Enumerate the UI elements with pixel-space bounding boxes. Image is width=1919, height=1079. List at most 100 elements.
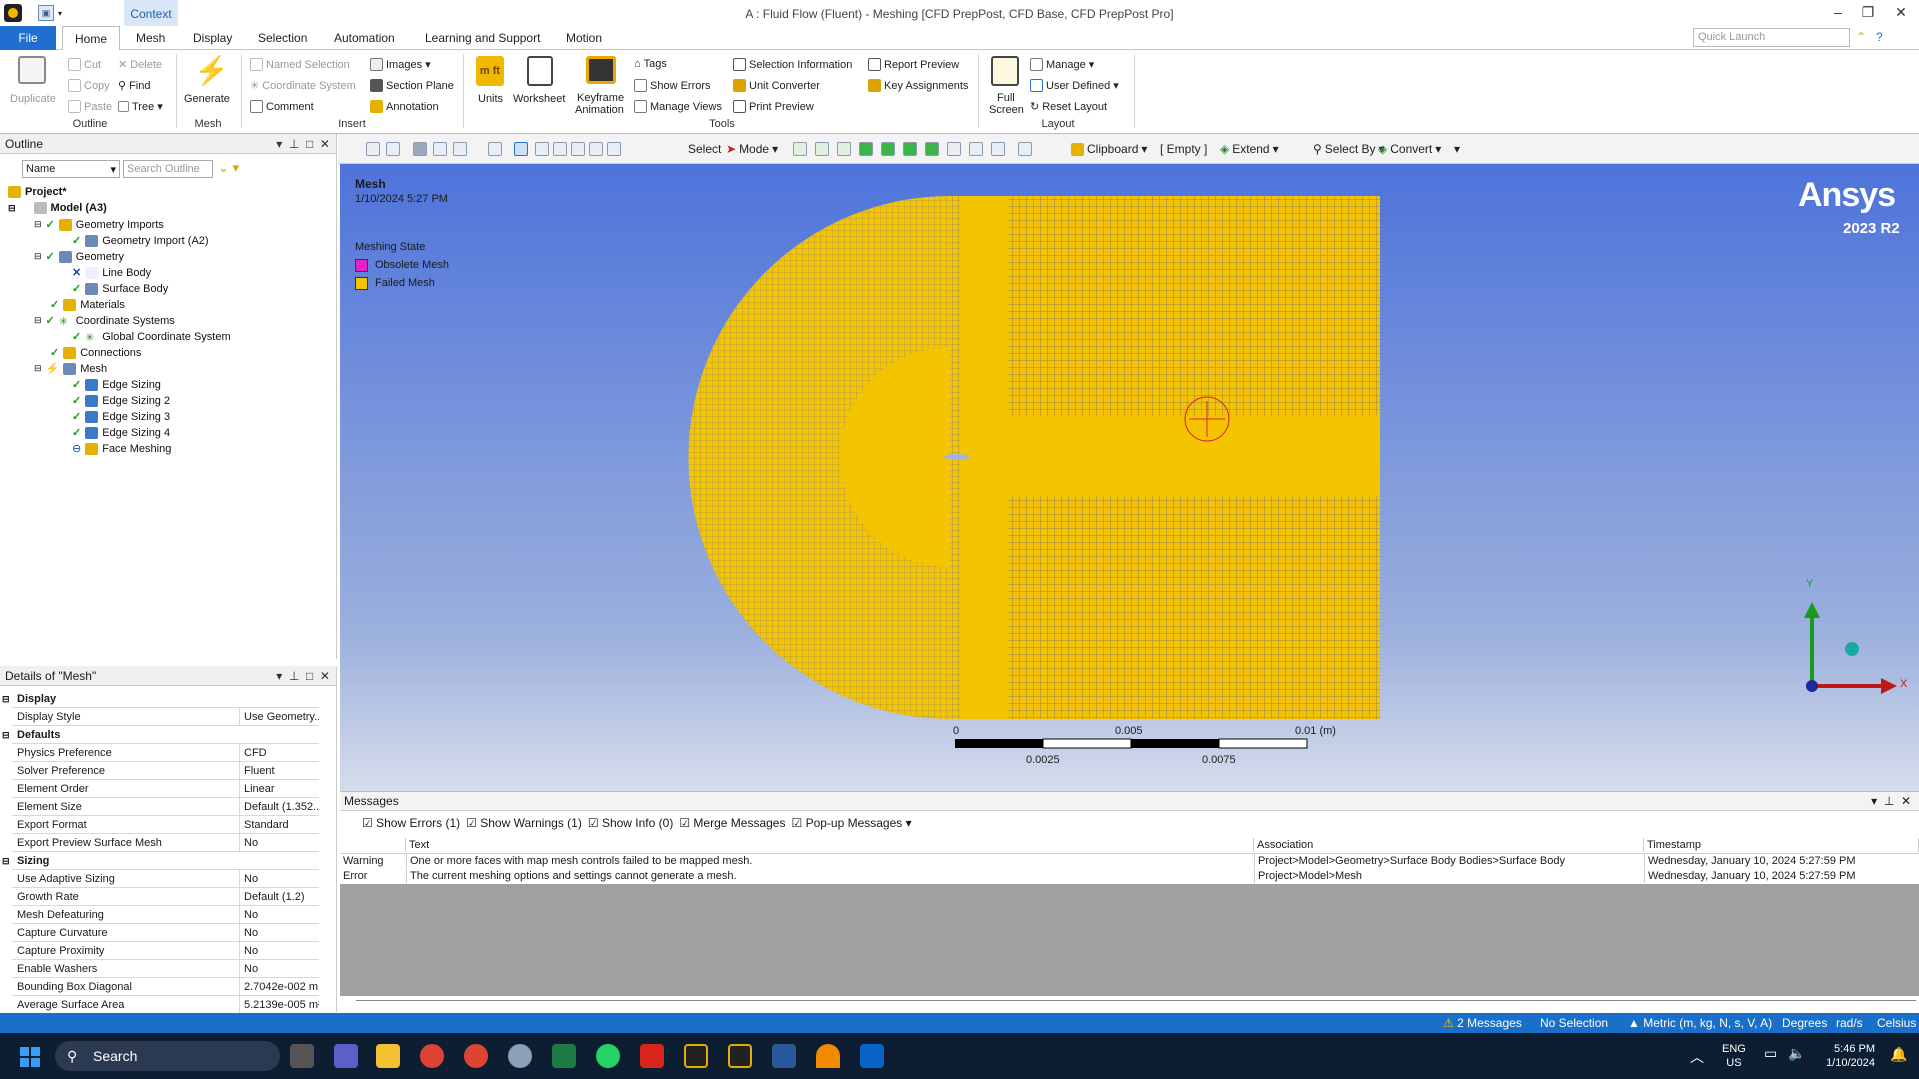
tree-coordinate-systems[interactable]: ⊟ ✓ ✳ Coordinate Systems xyxy=(34,314,175,328)
zoom-to-fit-icon[interactable] xyxy=(571,142,585,156)
copy-button[interactable]: Copy xyxy=(68,79,110,92)
excel-icon[interactable] xyxy=(552,1044,576,1068)
details-value[interactable]: Default (1.352... xyxy=(239,798,319,816)
paste-button[interactable]: Paste xyxy=(68,100,112,113)
details-section[interactable]: Sizing ⊟ xyxy=(2,852,319,870)
tab-mesh[interactable]: Mesh xyxy=(124,26,177,50)
language-indicator[interactable]: ENG US xyxy=(1722,1042,1746,1070)
tree-edge-sizing-3[interactable]: ✓ Edge Sizing 3 xyxy=(72,410,170,423)
details-row[interactable]: Physics Preference CFD xyxy=(12,744,319,762)
tab-learning-support[interactable]: Learning and Support xyxy=(413,26,552,50)
graphics-viewport[interactable]: Mesh 1/10/2024 5:27 PM Meshing State Obs… xyxy=(340,164,1919,791)
find-button[interactable]: ⚲ Find xyxy=(118,79,150,93)
tree-line-body[interactable]: ✕ Line Body xyxy=(72,266,151,279)
file-explorer-icon[interactable] xyxy=(376,1044,400,1068)
select-mesh-icon[interactable] xyxy=(947,142,961,156)
details-value[interactable]: Standard xyxy=(239,816,319,834)
column-text[interactable]: Text xyxy=(406,838,1254,852)
tree-mesh[interactable]: ⊟ ⚡ Mesh xyxy=(34,362,107,375)
details-row[interactable]: Capture Proximity No xyxy=(12,942,319,960)
details-row[interactable]: Export Format Standard xyxy=(12,816,319,834)
tree-edge-sizing-4[interactable]: ✓ Edge Sizing 4 xyxy=(72,426,170,439)
details-value[interactable]: Default (1.2) xyxy=(239,888,319,906)
duplicate-button[interactable]: Duplicate xyxy=(10,93,56,105)
tree-edge-sizing[interactable]: ✓ Edge Sizing xyxy=(72,378,161,391)
named-selection-button[interactable]: Named Selection xyxy=(250,58,350,71)
teams-icon[interactable] xyxy=(334,1044,358,1068)
popup-messages-checkbox[interactable]: ☑ Pop-up Messages ▾ xyxy=(791,816,911,830)
select-element-icon[interactable] xyxy=(925,142,939,156)
report-preview-button[interactable]: Report Preview xyxy=(868,58,959,71)
details-value[interactable]: No xyxy=(239,960,319,978)
highlight-icon[interactable] xyxy=(969,142,983,156)
task-view-icon[interactable] xyxy=(290,1044,314,1068)
status-temperature[interactable]: Celsius xyxy=(1877,1016,1916,1030)
tree-face-meshing[interactable]: ⊖ Face Meshing xyxy=(72,442,171,455)
workbench-icon[interactable] xyxy=(684,1044,708,1068)
select-button[interactable]: Select xyxy=(688,142,721,156)
convert-dropdown[interactable]: ◈ Convert ▾ xyxy=(1378,142,1441,156)
show-errors-checkbox[interactable]: ☑ Show Errors (1) xyxy=(362,816,460,830)
worksheet-button[interactable]: Worksheet xyxy=(513,93,565,105)
delete-button[interactable]: ✕ Delete xyxy=(118,58,162,72)
details-row[interactable]: Display Style Use Geometry... xyxy=(12,708,319,726)
shaded-view-icon[interactable] xyxy=(413,142,427,156)
details-row[interactable]: Export Preview Surface Mesh No xyxy=(12,834,319,852)
zoom-fit-icon[interactable] xyxy=(553,142,567,156)
status-units[interactable]: ▲ Metric (m, kg, N, s, V, A) xyxy=(1628,1016,1772,1030)
messages-scrollbar[interactable] xyxy=(356,1000,1916,1006)
chrome-profile-icon[interactable] xyxy=(464,1044,488,1068)
tab-display[interactable]: Display xyxy=(181,26,244,50)
search-options-icon[interactable]: ⌄ ▾ xyxy=(218,160,239,176)
manage-button[interactable]: Manage ▾ xyxy=(1030,58,1094,71)
extend-dropdown[interactable]: ◈ Extend ▾ xyxy=(1220,142,1279,156)
quick-launch-input[interactable]: Quick Launch xyxy=(1693,28,1850,47)
search-outline-input[interactable]: Search Outline xyxy=(123,160,213,178)
volume-icon[interactable]: 🔈 xyxy=(1788,1045,1805,1062)
keyframe-button[interactable]: Keyframe xyxy=(577,92,624,104)
panel-controls[interactable]: ▾ ⊥ □ ✕ xyxy=(276,134,330,154)
merge-messages-checkbox[interactable]: ☑ Merge Messages xyxy=(679,816,785,830)
rotate-icon[interactable] xyxy=(488,142,502,156)
details-value[interactable]: No xyxy=(239,924,319,942)
generate-button[interactable]: Generate xyxy=(184,93,230,105)
tags-button[interactable]: ⌂ Tags xyxy=(634,58,667,70)
tree-geometry[interactable]: ⊟ ✓ Geometry xyxy=(34,250,124,263)
select-vertex-icon[interactable] xyxy=(793,142,807,156)
details-value[interactable]: Linear xyxy=(239,780,319,798)
design-modeler-icon[interactable] xyxy=(728,1044,752,1068)
acrobat-icon[interactable] xyxy=(640,1044,664,1068)
taskbar-search[interactable]: ⚲ Search xyxy=(55,1041,280,1071)
annotation-button[interactable]: Annotation xyxy=(370,100,439,113)
zoom-box-icon[interactable] xyxy=(535,142,549,156)
zoom-out-icon[interactable] xyxy=(386,142,400,156)
settings-icon[interactable] xyxy=(508,1044,532,1068)
zoom-in-icon[interactable] xyxy=(366,142,380,156)
select-node-icon[interactable] xyxy=(881,142,895,156)
show-warnings-checkbox[interactable]: ☑ Show Warnings (1) xyxy=(466,816,582,830)
images-button[interactable]: Images ▾ xyxy=(370,58,431,71)
help-icon[interactable]: ? xyxy=(1876,30,1883,44)
print-preview-button[interactable]: Print Preview xyxy=(733,100,814,113)
windows-start-icon[interactable] xyxy=(20,1047,40,1067)
minimize-icon[interactable]: – xyxy=(1823,4,1853,20)
tree-model[interactable]: ⊟ Model (A3) xyxy=(8,202,107,214)
screen-label[interactable]: Screen xyxy=(989,104,1024,116)
user-defined-button[interactable]: User Defined ▾ xyxy=(1030,79,1119,92)
status-angle[interactable]: Degrees xyxy=(1782,1016,1827,1030)
tree-geometry-imports[interactable]: ⊟ ✓ Geometry Imports xyxy=(34,218,164,231)
units-button[interactable]: Units xyxy=(478,93,503,105)
column-timestamp[interactable]: Timestamp xyxy=(1644,838,1919,852)
details-value[interactable]: CFD xyxy=(239,744,319,762)
details-row[interactable]: Mesh Defeaturing No xyxy=(12,906,319,924)
tab-automation[interactable]: Automation xyxy=(322,26,407,50)
tab-selection[interactable]: Selection xyxy=(246,26,319,50)
full-screen-button[interactable]: Full xyxy=(997,92,1015,104)
manage-views-button[interactable]: Manage Views xyxy=(634,100,722,113)
details-row[interactable]: Solver Preference Fluent xyxy=(12,762,319,780)
whatsapp-icon[interactable] xyxy=(596,1044,620,1068)
details-row[interactable]: Element Order Linear xyxy=(12,780,319,798)
tab-home[interactable]: Home xyxy=(62,26,121,51)
details-row[interactable]: Bounding Box Diagonal 2.7042e-002 m xyxy=(12,978,319,996)
details-row[interactable]: Element Size Default (1.352... xyxy=(12,798,319,816)
